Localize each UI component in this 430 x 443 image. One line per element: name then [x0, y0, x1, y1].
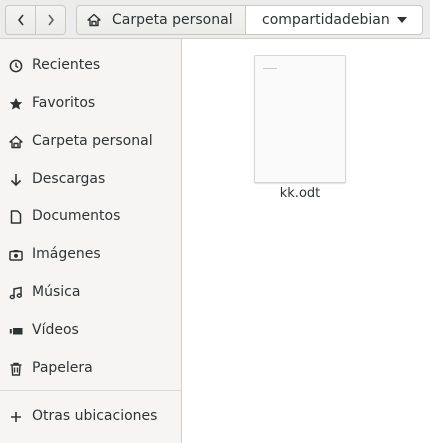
chevron-left-icon [16, 13, 26, 27]
sidebar-item-descargas[interactable]: Descargas [0, 162, 181, 198]
caret-down-icon [396, 16, 408, 24]
sidebar-item-label: Favoritos [32, 95, 96, 111]
sidebar-item-otras-ubicaciones[interactable]: Otras ubicaciones [0, 399, 181, 435]
chevron-right-icon [46, 13, 56, 27]
sidebar-item-label: Música [32, 284, 81, 300]
music-icon [8, 285, 24, 301]
trash-icon [8, 361, 24, 377]
sidebar-item-label: Vídeos [32, 322, 79, 338]
sidebar-item-imagenes[interactable]: Imágenes [0, 237, 181, 273]
document-icon [8, 209, 24, 225]
sidebar-item-favoritos[interactable]: Favoritos [0, 86, 181, 122]
video-icon [8, 323, 24, 339]
star-icon [8, 96, 24, 112]
sidebar-item-label: Documentos [32, 208, 121, 224]
camera-icon [8, 247, 24, 263]
plus-icon [8, 409, 24, 425]
file-view: kk.odt [182, 39, 430, 443]
sidebar-item-documentos[interactable]: Documentos [0, 199, 181, 235]
sidebar-item-label: Otras ubicaciones [32, 408, 158, 424]
sidebar-separator [0, 390, 181, 391]
home-icon [87, 13, 101, 27]
sidebar-item-label: Carpeta personal [32, 133, 153, 149]
header-bar: Carpeta personal compartidadebian [0, 0, 430, 39]
home-icon [8, 134, 24, 150]
forward-button[interactable] [35, 5, 66, 35]
sidebar-item-recientes[interactable]: Recientes [0, 48, 181, 84]
sidebar-item-label: Descargas [32, 171, 106, 187]
sidebar-item-label: Papelera [32, 360, 93, 376]
clock-icon [8, 58, 24, 74]
sidebar-item-label: Imágenes [32, 246, 101, 262]
path-label-home: Carpeta personal [112, 12, 233, 28]
sidebar: Recientes Favoritos Carpeta personal Des… [0, 39, 182, 443]
sidebar-item-label: Recientes [32, 57, 101, 73]
sidebar-item-carpeta-personal[interactable]: Carpeta personal [0, 124, 181, 160]
sidebar-item-papelera[interactable]: Papelera [0, 351, 181, 387]
file-name: kk.odt [279, 186, 321, 201]
back-button[interactable] [5, 5, 36, 35]
path-button-home[interactable]: Carpeta personal [76, 5, 246, 35]
sidebar-item-videos[interactable]: Vídeos [0, 313, 181, 349]
document-thumbnail [254, 55, 346, 183]
path-button-current[interactable]: compartidadebian [245, 5, 423, 35]
sidebar-item-musica[interactable]: Música [0, 275, 181, 311]
download-icon [8, 172, 24, 188]
thumbnail-text-line [263, 68, 277, 69]
path-label-current: compartidadebian [262, 12, 390, 28]
